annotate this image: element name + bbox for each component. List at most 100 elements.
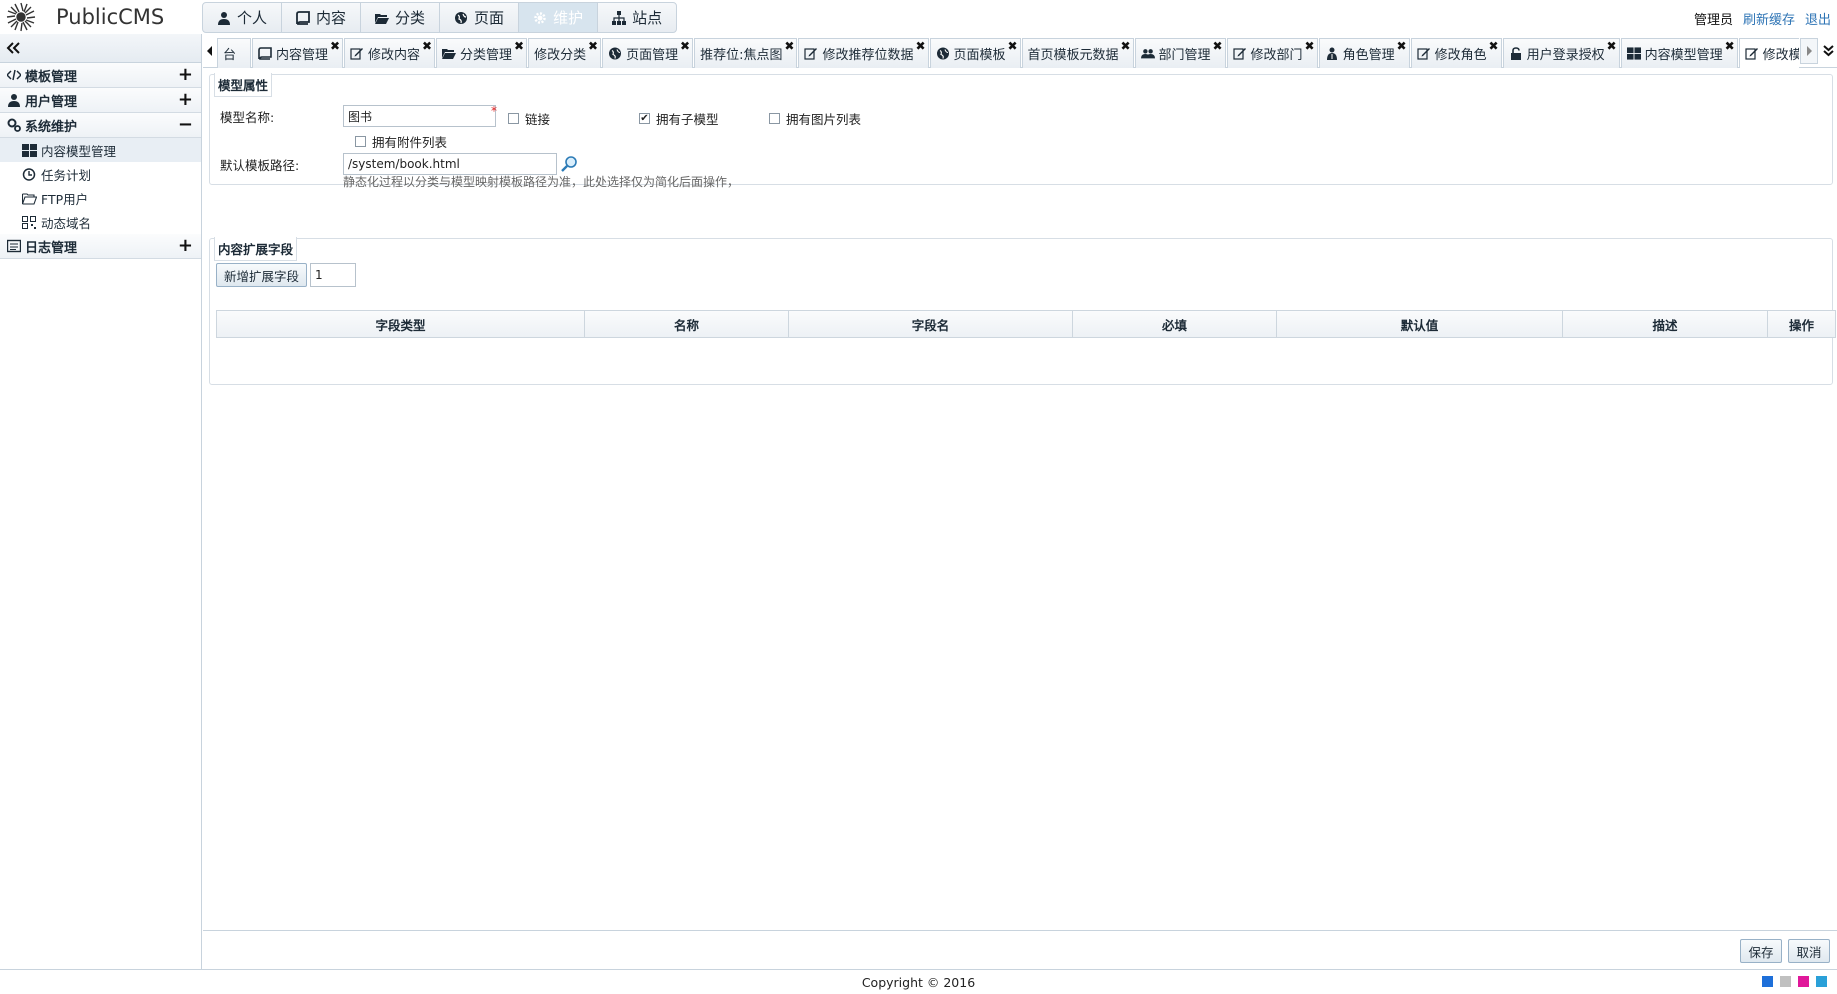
template-path-input[interactable]	[343, 153, 557, 175]
chk-has-child[interactable]: ✔ 拥有子模型	[639, 109, 719, 128]
double-chevron-left-icon[interactable]	[6, 42, 20, 54]
gear-icon	[534, 11, 546, 24]
tab-item[interactable]: 用户登录授权 ✖	[1502, 38, 1620, 68]
logout-link[interactable]: 退出	[1805, 9, 1831, 28]
topnav-label: 内容	[316, 9, 347, 27]
tab-close-icon[interactable]: ✖	[1007, 40, 1017, 52]
tab-close-icon[interactable]: ✖	[680, 40, 690, 52]
topnav-maintain[interactable]: 维护	[519, 3, 599, 32]
tab-item[interactable]: 修改分类 ✖	[528, 38, 602, 68]
tab-item[interactable]: 推荐位:焦点图 ✖	[694, 38, 798, 68]
folder-icon	[375, 13, 390, 24]
tab-label: 角色管理	[1342, 48, 1395, 63]
sidebar-section-templates[interactable]: 模板管理 +	[0, 63, 201, 88]
logo-icon	[6, 2, 36, 32]
edit-icon	[350, 48, 364, 60]
tab-item[interactable]: 内容管理 ✖	[252, 38, 344, 68]
topnav-label: 页面	[474, 9, 505, 27]
tab-scroll-right-icon[interactable]	[1800, 38, 1818, 64]
has-files-checkbox[interactable]	[355, 136, 366, 147]
tab-item[interactable]: 页面模板 ✖	[929, 38, 1021, 68]
sidebar-section-logs[interactable]: 日志管理 +	[0, 234, 201, 259]
add-extension-field-button[interactable]: 新增扩展字段	[216, 263, 307, 287]
has-images-checkbox[interactable]	[769, 113, 780, 124]
topnav-page[interactable]: 页面	[440, 3, 520, 32]
theme-swatch[interactable]	[1780, 976, 1791, 987]
sidebar-item-label: 内容模型管理	[41, 143, 117, 159]
save-button[interactable]: 保存	[1740, 939, 1782, 963]
topnav-category[interactable]: 分类	[361, 3, 441, 32]
tab-item[interactable]: 首页模板元数据 ✖	[1021, 38, 1134, 68]
col-default-value[interactable]: 默认值	[1277, 311, 1563, 337]
tab-item[interactable]: 修改模型✖	[1738, 38, 1799, 68]
tab-close-icon[interactable]: ✖	[514, 40, 524, 52]
tab-item[interactable]: 内容模型管理 ✖	[1620, 38, 1738, 68]
model-properties-fieldset: 模型属性 模型名称: * 链接 ✔ 拥有子模型 拥有图片列表 拥有附件列表 默认…	[209, 73, 1833, 189]
collapse-icon[interactable]: −	[178, 116, 193, 134]
tab-item[interactable]: 角色管理 ✖	[1318, 38, 1410, 68]
model-name-input[interactable]	[343, 105, 496, 127]
tab-close-icon[interactable]: ✖	[1607, 40, 1617, 52]
tab-item[interactable]: 页面管理 ✖	[602, 38, 694, 68]
tab-close-icon[interactable]: ✖	[1397, 40, 1407, 52]
has-child-checkbox[interactable]: ✔	[639, 113, 650, 124]
tab-close-icon[interactable]: ✖	[588, 40, 598, 52]
expand-icon[interactable]: +	[178, 66, 193, 84]
search-icon[interactable]	[560, 155, 578, 173]
logo[interactable]: PublicCMS	[4, 2, 200, 32]
tab-item[interactable]: 修改角色 ✖	[1410, 38, 1502, 68]
expand-icon[interactable]: +	[178, 237, 193, 255]
tab-close-icon[interactable]: ✖	[330, 40, 340, 52]
col-field-type[interactable]: 字段类型	[217, 311, 585, 337]
tab-label: 修改部门	[1250, 48, 1303, 63]
sidebar-item-content-model[interactable]: 内容模型管理	[0, 138, 201, 162]
book-icon	[258, 47, 272, 60]
tab-item[interactable]: 部门管理 ✖	[1134, 38, 1226, 68]
sidebar-item-domain[interactable]: 动态域名	[0, 210, 201, 234]
tab-close-icon[interactable]: ✖	[1120, 40, 1130, 52]
chk-has-files[interactable]: 拥有附件列表	[355, 132, 447, 151]
tab-item[interactable]: 分类管理 ✖	[436, 38, 528, 68]
template-path-label: 默认模板路径:	[220, 158, 300, 173]
theme-swatch[interactable]	[1798, 976, 1809, 987]
tab-item[interactable]: 修改部门 ✖	[1226, 38, 1318, 68]
chk-link[interactable]: 链接	[508, 109, 550, 128]
sidebar-section-system[interactable]: 系统维护 −	[0, 113, 201, 138]
col-actions[interactable]: 操作	[1768, 311, 1835, 337]
model-name-label: 模型名称:	[220, 110, 275, 125]
topnav-content[interactable]: 内容	[282, 3, 362, 32]
tab-close-icon[interactable]: ✖	[422, 40, 432, 52]
tab-item[interactable]: 修改推荐位数据 ✖	[798, 38, 929, 68]
tab-close-icon[interactable]: ✖	[1725, 40, 1735, 52]
cancel-button[interactable]: 取消	[1788, 939, 1830, 963]
topnav-site[interactable]: 站点	[598, 3, 676, 32]
add-field-count-input[interactable]	[310, 263, 356, 287]
col-required[interactable]: 必填	[1073, 311, 1277, 337]
tab-close-icon[interactable]: ✖	[1212, 40, 1222, 52]
tab-menu-chevron-down-icon[interactable]	[1820, 38, 1836, 64]
topnav-personal[interactable]: 个人	[203, 3, 283, 32]
tab-close-icon[interactable]: ✖	[1489, 40, 1499, 52]
col-description[interactable]: 描述	[1563, 311, 1768, 337]
sidebar-section-users[interactable]: 用户管理 +	[0, 88, 201, 113]
link-checkbox[interactable]	[508, 113, 519, 124]
chk-has-images[interactable]: 拥有图片列表	[769, 109, 861, 128]
sidebar-item-label: 任务计划	[41, 167, 92, 183]
tab-label: 分类管理	[460, 48, 513, 63]
sidebar-item-task[interactable]: 任务计划	[0, 162, 201, 186]
tab-item[interactable]: 台	[217, 38, 252, 68]
tab-close-icon[interactable]: ✖	[784, 40, 794, 52]
col-field-code[interactable]: 字段名	[789, 311, 1073, 337]
theme-swatch[interactable]	[1762, 976, 1773, 987]
refresh-cache-link[interactable]: 刷新缓存	[1743, 9, 1795, 28]
tab-scroll-left-icon[interactable]	[203, 38, 217, 64]
extension-fields-fieldset: 内容扩展字段 新增扩展字段 字段类型 名称 字段名 必填 默认值 描述 操作	[209, 237, 1836, 385]
tab-label: 内容模型管理	[1644, 48, 1723, 63]
tab-close-icon[interactable]: ✖	[1305, 40, 1315, 52]
expand-icon[interactable]: +	[178, 91, 193, 109]
tab-item[interactable]: 修改内容 ✖	[344, 38, 436, 68]
tab-close-icon[interactable]: ✖	[915, 40, 925, 52]
theme-swatch[interactable]	[1816, 976, 1827, 987]
sidebar-item-ftp[interactable]: FTP用户	[0, 186, 201, 210]
col-name[interactable]: 名称	[585, 311, 789, 337]
